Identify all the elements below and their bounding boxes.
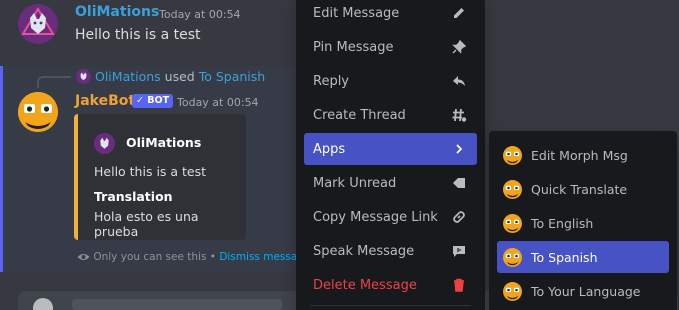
link-icon: [451, 209, 467, 225]
reply-verb: used: [164, 69, 195, 84]
submenu-item-label: To English: [531, 216, 594, 231]
pin-icon: [451, 39, 467, 55]
ephemeral-notice: Only you can see this • Dismiss message: [77, 251, 310, 265]
apps-submenu: Edit Morph Msg Quick Translate To Englis…: [489, 131, 677, 310]
avatar[interactable]: [18, 92, 58, 132]
app-bot-icon: [503, 282, 522, 301]
message-highlight-bar: [0, 66, 3, 272]
menu-separator: [310, 305, 471, 306]
menu-item-label: Delete Message: [313, 278, 417, 293]
chat-window: OliMations Today at 00:54 Hello this is …: [0, 0, 679, 310]
menu-item-edit-message[interactable]: Edit Message: [304, 0, 477, 29]
avatar[interactable]: [18, 4, 58, 44]
menu-item-label: Mark Unread: [313, 176, 397, 191]
reply-app-command[interactable]: To Spanish: [199, 69, 266, 84]
interaction-reply: OliMations used To Spanish: [95, 69, 265, 84]
submenu-item-label: To Your Language: [531, 284, 641, 299]
submenu-item-quick-translate[interactable]: Quick Translate: [497, 173, 669, 205]
thread-icon: [451, 107, 467, 123]
trash-icon: [451, 277, 467, 293]
username[interactable]: JakeBot: [75, 93, 135, 109]
menu-item-label: Speak Message: [313, 244, 415, 259]
menu-item-speak-message[interactable]: Speak Message: [304, 235, 477, 267]
menu-item-reply[interactable]: Reply: [304, 65, 477, 97]
submenu-item-label: To Spanish: [531, 250, 598, 265]
message-context-menu: Edit Message Pin Message Reply Create Th…: [296, 0, 485, 310]
username[interactable]: OliMations: [75, 4, 159, 20]
reply-username[interactable]: OliMations: [95, 69, 161, 84]
embed: OliMations Hello this is a test Translat…: [74, 114, 246, 240]
menu-item-apps[interactable]: Apps: [304, 133, 477, 165]
app-bot-icon: [503, 180, 522, 199]
embed-author-avatar: [94, 133, 115, 154]
embed-field-name: Translation: [94, 189, 173, 204]
reply-spine: [37, 76, 71, 88]
menu-item-create-thread[interactable]: Create Thread: [304, 99, 477, 131]
app-bot-icon: [503, 146, 522, 165]
submenu-item-to-spanish[interactable]: To Spanish: [497, 241, 669, 273]
ephemeral-text: Only you can see this: [93, 251, 207, 263]
menu-item-pin-message[interactable]: Pin Message: [304, 31, 477, 63]
bot-badge: ✓ BOT: [132, 94, 174, 108]
embed-author: OliMations: [126, 135, 202, 150]
submenu-item-label: Edit Morph Msg: [531, 148, 628, 163]
embed-field-value: Hola esto es una prueba: [94, 209, 199, 239]
chevron-right-icon: [451, 141, 467, 157]
menu-item-delete-message[interactable]: Delete Message: [304, 269, 477, 301]
submenu-item-edit-morph-msg[interactable]: Edit Morph Msg: [497, 139, 669, 171]
menu-item-label: Apps: [313, 142, 346, 157]
message-text: Hello this is a test: [75, 27, 201, 43]
app-bot-icon: [503, 248, 522, 267]
embed-description: Hello this is a test: [94, 164, 207, 179]
ephemeral-separator: •: [209, 251, 216, 263]
menu-item-label: Create Thread: [313, 108, 406, 123]
submenu-item-label: Quick Translate: [531, 182, 628, 197]
submenu-item-to-your-language[interactable]: To Your Language: [497, 275, 669, 307]
timestamp: Today at 00:54: [159, 8, 241, 21]
menu-item-label: Reply: [313, 74, 350, 89]
menu-item-label: Edit Message: [313, 6, 400, 21]
mark-unread-icon: [451, 175, 467, 191]
speak-icon: [451, 243, 467, 259]
menu-item-copy-message-link[interactable]: Copy Message Link: [304, 201, 477, 233]
menu-item-mark-unread[interactable]: Mark Unread: [304, 167, 477, 199]
menu-item-label: Copy Message Link: [313, 210, 438, 225]
pencil-icon: [451, 5, 467, 21]
eye-icon: [77, 252, 90, 265]
message-input-placeholder: [72, 299, 282, 310]
submenu-item-to-english[interactable]: To English: [497, 207, 669, 239]
menu-item-label: Pin Message: [313, 40, 394, 55]
app-bot-icon: [503, 214, 522, 233]
reply-avatar[interactable]: [76, 69, 91, 84]
reply-icon: [451, 73, 467, 89]
timestamp: Today at 00:54: [177, 96, 259, 109]
